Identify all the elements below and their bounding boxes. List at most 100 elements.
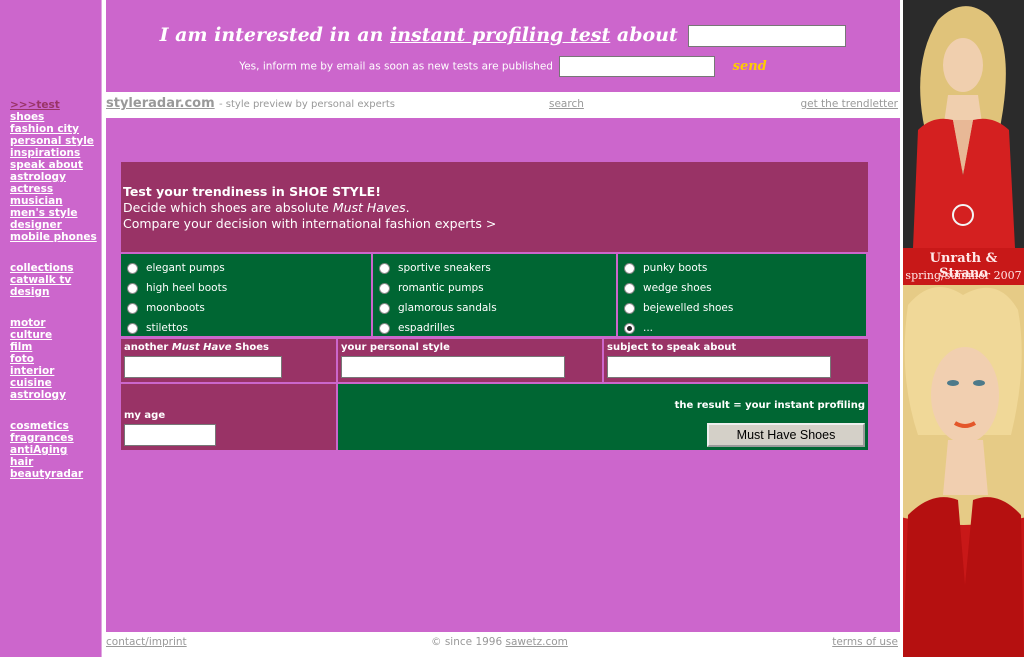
radio-button[interactable] (379, 262, 390, 274)
model-photo-bottom (903, 285, 1024, 657)
sidebar-item-catwalk-tv[interactable]: catwalk tv (0, 274, 74, 286)
another-must-have-field: another Must Have Shoes (121, 339, 336, 382)
footer: contact/imprint © since 1996 sawetz.com … (106, 632, 900, 657)
option-label: punky boots (643, 262, 708, 274)
sidebar-item-mens-style[interactable]: men's style (0, 207, 97, 219)
sidebar-item-collections[interactable]: collections (0, 262, 74, 274)
test-form: Test your trendiness in SHOE STYLE! Deci… (121, 162, 868, 450)
sidebar-item-hair[interactable]: hair (0, 456, 83, 468)
radio-button[interactable] (127, 302, 138, 314)
topic-input[interactable] (688, 25, 847, 47)
notify-text: Yes, inform me by email as soon as new t… (239, 60, 553, 73)
brand-link[interactable]: styleradar.com (106, 96, 215, 111)
radio-button[interactable] (624, 302, 635, 314)
radio-button[interactable] (379, 282, 390, 294)
test-line-2-pre: Decide which shoes are absolute (123, 200, 329, 215)
sidebar-item-mobile-phones[interactable]: mobile phones (0, 231, 97, 243)
sidebar-item-speak-about[interactable]: speak about (0, 159, 97, 171)
another-must-have-input[interactable] (124, 356, 282, 378)
radio-button[interactable] (127, 322, 138, 334)
radio-button[interactable] (624, 282, 635, 294)
test-title: Test your trendiness in SHOE STYLE! (123, 184, 381, 199)
age-input[interactable] (124, 424, 216, 446)
sidebar-item-antiaging[interactable]: antiAging (0, 444, 83, 456)
subject-label: subject to speak about (607, 342, 737, 353)
label-em: Must Have (171, 342, 232, 353)
sidebar-group-lifestyle: motor culture film foto interior cuisine… (0, 317, 66, 401)
test-line-2-em: Must Haves (332, 200, 406, 215)
option-wedge-shoes[interactable]: wedge shoes (618, 278, 866, 298)
sidebar-item-beautyradar[interactable]: beautyradar (0, 468, 83, 480)
sidebar-item-musician[interactable]: musician (0, 195, 97, 207)
sidebar-item-fragrances[interactable]: fragrances (0, 432, 83, 444)
sidebar-item-fashion-city[interactable]: fashion city (0, 123, 97, 135)
sidebar-item-cuisine[interactable]: cuisine (0, 377, 66, 389)
option-bejewelled-shoes[interactable]: bejewelled shoes (618, 298, 866, 318)
radio-button[interactable] (379, 302, 390, 314)
option-glamorous-sandals[interactable]: glamorous sandals (373, 298, 616, 318)
sidebar-item-culture[interactable]: culture (0, 329, 66, 341)
subject-input[interactable] (607, 356, 831, 378)
trendletter-link[interactable]: get the trendletter (800, 98, 898, 110)
radio-button[interactable] (127, 262, 138, 274)
must-have-shoes-button[interactable]: Must Have Shoes (707, 423, 865, 447)
option-label: romantic pumps (398, 282, 484, 294)
sawetz-link[interactable]: sawetz.com (506, 636, 568, 648)
headline-pre: I am interested in an (159, 24, 384, 46)
options-column-1: elegant pumps high heel boots moonboots … (121, 254, 371, 336)
instant-profiling-link[interactable]: instant profiling test (390, 24, 610, 46)
sidebar-item-personal-style[interactable]: personal style (0, 135, 97, 147)
radio-button[interactable] (624, 262, 635, 274)
headline: I am interested in an instant profiling … (106, 24, 900, 47)
sidebar-item-cosmetics[interactable]: cosmetics (0, 420, 83, 432)
option-other[interactable]: ... (618, 318, 866, 338)
option-label: elegant pumps (146, 262, 225, 274)
option-moonboots[interactable]: moonboots (121, 298, 371, 318)
sidebar-item-foto[interactable]: foto (0, 353, 66, 365)
sidebar-item-astrology-2[interactable]: astrology (0, 389, 66, 401)
sidebar-item-film[interactable]: film (0, 341, 66, 353)
options-column-3: punky boots wedge shoes bejewelled shoes… (618, 254, 866, 336)
option-sportive-sneakers[interactable]: sportive sneakers (373, 258, 616, 278)
radio-button-selected[interactable] (624, 322, 635, 334)
option-romantic-pumps[interactable]: romantic pumps (373, 278, 616, 298)
search-link[interactable]: search (549, 98, 584, 110)
sidebar-item-designer[interactable]: designer (0, 219, 97, 231)
radio-button[interactable] (127, 282, 138, 294)
shoe-options: elegant pumps high heel boots moonboots … (121, 254, 868, 336)
another-must-have-label: another Must Have Shoes (124, 342, 333, 356)
contact-imprint-link[interactable]: contact/imprint (106, 636, 187, 648)
sidebar-item-design[interactable]: design (0, 286, 74, 298)
sidebar-item-test[interactable]: >>>test (0, 99, 97, 111)
terms-link[interactable]: terms of use (832, 636, 898, 648)
option-espadrilles[interactable]: espadrilles (373, 318, 616, 338)
age-field: my age (121, 384, 336, 450)
fashion-ad-banner[interactable]: Unrath & Strano spring/summer 2007 (903, 0, 1024, 657)
main-content: I am interested in an instant profiling … (106, 0, 900, 657)
sidebar-group-main: >>>test shoes fashion city personal styl… (0, 99, 97, 243)
ad-season: spring/summer 2007 (905, 269, 1022, 282)
option-stilettos[interactable]: stilettos (121, 318, 371, 338)
option-label: espadrilles (398, 322, 455, 334)
model-photo-top (903, 0, 1024, 248)
sidebar-item-shoes[interactable]: shoes (0, 111, 97, 123)
sidebar-item-interior[interactable]: interior (0, 365, 66, 377)
personal-style-input[interactable] (341, 356, 565, 378)
result-box: the result = your instant profiling Must… (338, 384, 868, 450)
subject-field: subject to speak about (604, 339, 868, 382)
option-label: glamorous sandals (398, 302, 497, 314)
option-elegant-pumps[interactable]: elegant pumps (121, 258, 371, 278)
radio-button[interactable] (379, 322, 390, 334)
copyright: © since 1996 sawetz.com (431, 636, 568, 648)
sidebar-item-motor[interactable]: motor (0, 317, 66, 329)
email-input[interactable] (559, 56, 716, 77)
text-fields-row: another Must Have Shoes your personal st… (121, 339, 868, 382)
sidebar-item-actress[interactable]: actress (0, 183, 97, 195)
test-line-3: Compare your decision with international… (123, 216, 497, 231)
sidebar-item-astrology[interactable]: astrology (0, 171, 97, 183)
option-punky-boots[interactable]: punky boots (618, 258, 866, 278)
sidebar-item-inspirations[interactable]: inspirations (0, 147, 97, 159)
send-button[interactable]: send (733, 59, 767, 74)
option-high-heel-boots[interactable]: high heel boots (121, 278, 371, 298)
header: I am interested in an instant profiling … (106, 0, 900, 92)
